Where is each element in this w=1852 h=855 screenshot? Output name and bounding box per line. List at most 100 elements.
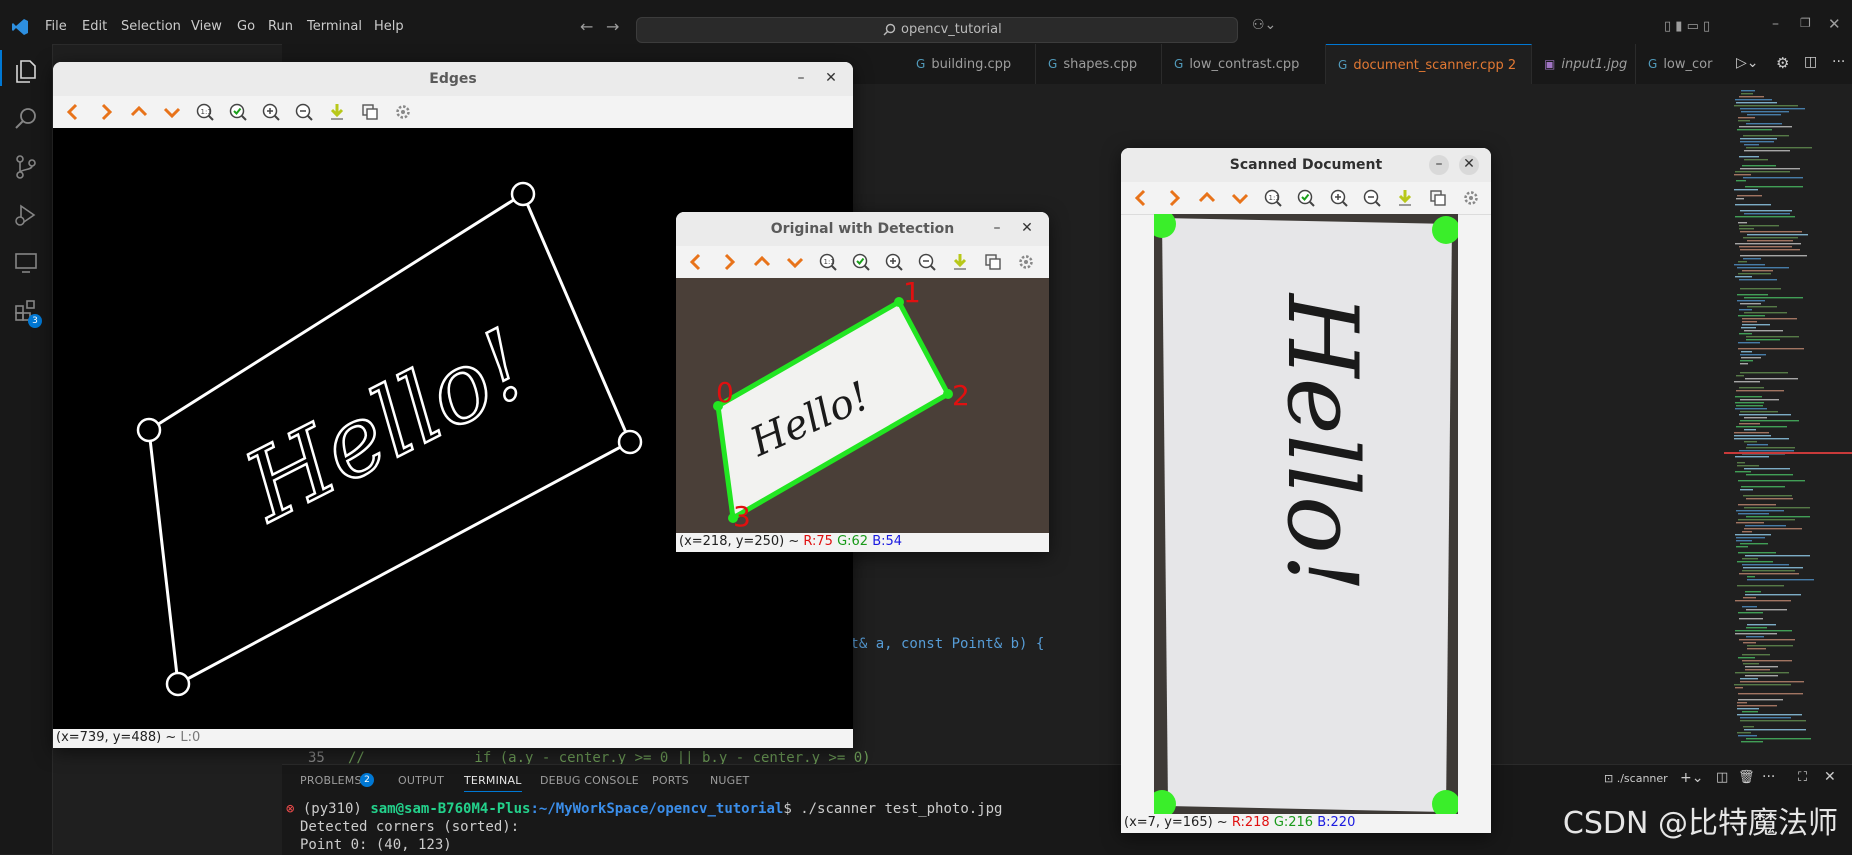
save-image-icon[interactable] <box>327 102 347 122</box>
terminal-prompt-line[interactable]: ⊗ (py310) sam@sam-B760M4-Plus:~/MyWorkSp… <box>286 801 1003 817</box>
minimap-line <box>1739 414 1791 416</box>
run-debug-icon[interactable] <box>13 202 39 228</box>
close-window-icon[interactable]: ✕ <box>1828 15 1841 33</box>
properties-gear-icon[interactable] <box>1016 252 1036 272</box>
pan-left-icon[interactable] <box>686 252 706 272</box>
zoom-original-icon[interactable]: 1:1 <box>195 102 215 122</box>
zoom-in-icon[interactable] <box>884 252 904 272</box>
tab-debug-console[interactable]: DEBUG CONSOLE <box>540 774 639 787</box>
minimap-line <box>1744 429 1756 431</box>
zoom-out-icon[interactable] <box>917 252 937 272</box>
minimize-icon[interactable]: – <box>791 69 811 89</box>
minimap-line <box>1734 684 1791 686</box>
pan-left-icon[interactable] <box>1131 188 1151 208</box>
zoom-fit-icon[interactable] <box>851 252 871 272</box>
tab-document-scanner[interactable]: Gdocument_scanner.cpp 2 ✕ <box>1326 44 1532 113</box>
pan-right-icon[interactable] <box>719 252 739 272</box>
search-sidebar-icon[interactable] <box>13 106 39 132</box>
minimap-line <box>1734 381 1760 383</box>
pan-up-icon[interactable] <box>752 252 772 272</box>
pan-left-icon[interactable] <box>63 102 83 122</box>
copilot-icon[interactable]: ⚇⌄ <box>1252 17 1276 33</box>
minimize-window-icon[interactable]: – <box>1772 16 1779 32</box>
pan-up-icon[interactable] <box>129 102 149 122</box>
menu-edit[interactable]: Edit <box>82 19 107 34</box>
gear-icon[interactable]: ⚙ <box>1776 54 1789 72</box>
original-detection-window[interactable]: Original with Detection – ✕ 1:1 Hello! 0… <box>676 212 1049 552</box>
tab-input1[interactable]: ▣ input1.jpg <box>1532 44 1636 84</box>
copy-icon[interactable] <box>983 252 1003 272</box>
scanned-image[interactable]: Hello! <box>1154 214 1458 814</box>
minimap-line <box>1744 468 1790 470</box>
copy-icon[interactable] <box>1428 188 1448 208</box>
layout-controls-icon[interactable]: ▯ ▮ ▭ ▯ <box>1664 19 1710 34</box>
minimap-line <box>1739 387 1764 389</box>
close-panel-icon[interactable]: ✕ <box>1824 769 1836 785</box>
menu-run[interactable]: Run <box>268 19 293 34</box>
scanned-document-window[interactable]: Scanned Document – ✕ 1:1 Hello! (x=7, y=… <box>1121 148 1491 833</box>
minimap[interactable] <box>1724 84 1852 764</box>
tab-low-contrast[interactable]: Glow_contrast.cpp <box>1162 44 1326 84</box>
properties-gear-icon[interactable] <box>393 102 413 122</box>
zoom-original-icon[interactable]: 1:1 <box>1263 188 1283 208</box>
back-arrow-icon[interactable]: ← <box>580 17 593 36</box>
close-icon[interactable]: ✕ <box>1017 219 1037 239</box>
maximize-panel-icon[interactable]: ⛶ <box>1798 770 1807 785</box>
zoom-fit-icon[interactable] <box>228 102 248 122</box>
pan-right-icon[interactable] <box>96 102 116 122</box>
tab-nuget[interactable]: NUGET <box>710 774 749 787</box>
remote-explorer-icon[interactable] <box>13 250 39 276</box>
minimap-line <box>1738 519 1795 521</box>
corner-label: 0 <box>716 376 734 409</box>
pan-right-icon[interactable] <box>1164 188 1184 208</box>
tab-low-cor[interactable]: Glow_cor <box>1636 44 1724 84</box>
zoom-original-icon[interactable]: 1:1 <box>818 252 838 272</box>
split-editor-icon[interactable]: ◫ <box>1804 54 1817 70</box>
kill-terminal-icon[interactable]: 🗑 <box>1738 770 1755 785</box>
tab-output[interactable]: OUTPUT <box>398 774 444 787</box>
command-center-search[interactable]: opencv_tutorial <box>636 17 1238 43</box>
more-actions-icon[interactable]: ··· <box>1762 769 1775 785</box>
pan-down-icon[interactable] <box>1230 188 1250 208</box>
close-icon[interactable]: ✕ <box>821 69 841 89</box>
minimize-icon[interactable]: – <box>1429 155 1449 175</box>
menu-view[interactable]: View <box>191 19 222 34</box>
menu-help[interactable]: Help <box>374 19 404 34</box>
close-icon[interactable]: ✕ <box>1459 155 1479 175</box>
new-terminal-icon[interactable]: +⌄ <box>1680 770 1703 786</box>
minimize-icon[interactable]: – <box>987 219 1007 239</box>
pan-down-icon[interactable] <box>785 252 805 272</box>
pan-up-icon[interactable] <box>1197 188 1217 208</box>
forward-arrow-icon[interactable]: → <box>606 17 619 36</box>
menu-terminal[interactable]: Terminal <box>307 19 362 34</box>
run-code-icon[interactable]: ▷⌄ <box>1736 55 1759 71</box>
minimap-line <box>1747 648 1766 650</box>
tab-ports[interactable]: PORTS <box>652 774 689 787</box>
zoom-in-icon[interactable] <box>1329 188 1349 208</box>
window-title[interactable]: Edges <box>53 62 853 96</box>
save-image-icon[interactable] <box>950 252 970 272</box>
zoom-in-icon[interactable] <box>261 102 281 122</box>
terminal-instance[interactable]: ⊡ ./scanner <box>1604 772 1668 785</box>
explorer-icon[interactable] <box>13 58 39 84</box>
image-toolbar: 1:1 <box>53 96 853 129</box>
zoom-out-icon[interactable] <box>294 102 314 122</box>
copy-icon[interactable] <box>360 102 380 122</box>
more-actions-icon[interactable]: ··· <box>1832 54 1845 70</box>
tab-terminal[interactable]: TERMINAL <box>464 774 522 792</box>
tab-problems[interactable]: PROBLEMS <box>300 774 362 787</box>
tab-shapes[interactable]: Gshapes.cpp <box>1036 44 1162 84</box>
save-image-icon[interactable] <box>1395 188 1415 208</box>
zoom-fit-icon[interactable] <box>1296 188 1316 208</box>
original-image[interactable]: Hello! 0 1 2 3 <box>676 278 1049 533</box>
pan-down-icon[interactable] <box>162 102 182 122</box>
menu-go[interactable]: Go <box>237 19 255 34</box>
tab-building[interactable]: Gbuilding.cpp <box>904 44 1036 84</box>
properties-gear-icon[interactable] <box>1461 188 1481 208</box>
menu-selection[interactable]: Selection <box>121 19 181 34</box>
menu-file[interactable]: File <box>45 19 67 34</box>
restore-window-icon[interactable]: ❐ <box>1800 16 1811 30</box>
split-terminal-icon[interactable]: ◫ <box>1716 770 1728 785</box>
source-control-icon[interactable] <box>13 154 39 180</box>
zoom-out-icon[interactable] <box>1362 188 1382 208</box>
